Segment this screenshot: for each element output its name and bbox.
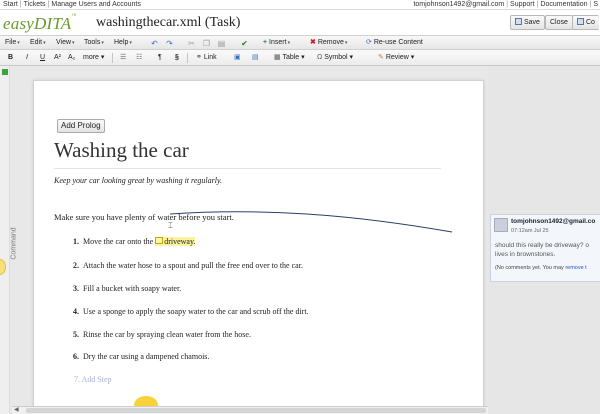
step-number: 6. xyxy=(73,352,79,361)
highlighted-text: driveway. xyxy=(155,237,196,246)
step-text[interactable]: Fill a bucket with soapy water. xyxy=(83,284,181,293)
reuse-content-button[interactable]: ⟳ Re-use Content xyxy=(366,36,423,50)
paragraph-button[interactable]: ¶ xyxy=(158,50,162,65)
italic-button[interactable]: I xyxy=(26,50,28,65)
top-nav-right: tomjohnson1492@gmail.com | Support | Documen… xyxy=(413,1,598,8)
comment-card[interactable]: tomjohnson1492@gmail.co 07:12am Jul 25 s… xyxy=(490,214,600,282)
document-title: washingthecar.xml (Task) xyxy=(96,15,241,30)
step-number: 2. xyxy=(73,261,79,270)
menu-file[interactable]: File▾ xyxy=(5,36,20,50)
title-divider xyxy=(54,168,441,169)
step-text[interactable]: Rinse the car by spraying clean water fr… xyxy=(83,330,251,339)
save-button[interactable]: Save xyxy=(510,15,545,30)
status-indicator xyxy=(2,69,8,75)
underline-button[interactable]: U xyxy=(40,50,45,65)
comment-footer: (No comments yet. You may remove t xyxy=(495,265,587,271)
toolbar-divider xyxy=(112,53,113,63)
add-prolog-button[interactable]: Add Prolog xyxy=(57,119,105,133)
step-number: 4. xyxy=(73,307,79,316)
step-number: 5. xyxy=(73,330,79,339)
top-nav-left: Start | Tickets | Manage Users and Accounts xyxy=(3,1,141,8)
step-text[interactable]: Dry the car using a dampened chamois. xyxy=(83,352,209,361)
step-text[interactable]: Move the car onto the driveway. xyxy=(83,237,196,246)
add-step-placeholder[interactable]: 7. Add Step xyxy=(74,375,112,384)
text-cursor-icon: ⌶ xyxy=(168,221,173,230)
scrollbar-thumb[interactable] xyxy=(26,408,486,413)
menu-insert[interactable]: + Insert▾ xyxy=(263,36,290,50)
cut-icon[interactable]: ✂ xyxy=(187,39,196,48)
menu-help[interactable]: Help▾ xyxy=(114,36,132,50)
short-description[interactable]: Keep your car looking great by washing i… xyxy=(54,176,222,185)
toolbar-divider xyxy=(187,53,188,63)
table-button[interactable]: ▦ Table ▾ xyxy=(274,50,305,65)
top-nav: Start | Tickets | Manage Users and Accounts … xyxy=(0,0,600,10)
left-gutter xyxy=(0,66,10,414)
subscript-button[interactable]: A₂ xyxy=(68,50,75,65)
annotation-line xyxy=(169,211,453,233)
nav-link-tickets[interactable]: Tickets xyxy=(24,1,46,8)
bold-button[interactable]: B xyxy=(8,50,13,65)
nav-link-start[interactable]: Start xyxy=(3,1,18,8)
comment-icon[interactable] xyxy=(155,237,164,244)
avatar xyxy=(494,218,508,232)
comment-timestamp: 07:12am Jul 25 xyxy=(511,228,549,234)
logo: easyDITA™ xyxy=(3,14,77,33)
nav-link-manage-users[interactable]: Manage Users and Accounts xyxy=(51,1,141,8)
command-tab[interactable]: Command xyxy=(11,222,26,272)
nav-link-support[interactable]: Support xyxy=(510,1,535,8)
topic-title[interactable]: Washing the car xyxy=(54,138,189,163)
review-button[interactable]: ✎ Review ▾ xyxy=(378,50,414,65)
document-icon[interactable]: ▤ xyxy=(252,50,259,65)
nav-link-documentation[interactable]: Documentation xyxy=(540,1,587,8)
menu-view[interactable]: View▾ xyxy=(56,36,75,50)
step-text[interactable]: Attach the water hose to a spout and pul… xyxy=(83,261,303,270)
step-number: 3. xyxy=(73,284,79,293)
menu-tools[interactable]: Tools▾ xyxy=(84,36,104,50)
step-text[interactable]: Use a sponge to apply the soapy water to… xyxy=(83,307,309,316)
save-icon xyxy=(515,18,522,25)
numbered-list-icon[interactable]: ☷ xyxy=(136,50,142,65)
symbol-button[interactable]: Ω Symbol ▾ xyxy=(317,50,353,65)
paste-icon[interactable]: ▤ xyxy=(217,39,226,48)
copy-icon[interactable]: ❐ xyxy=(202,39,211,48)
link-button[interactable]: ⚭ Link xyxy=(196,50,217,65)
scroll-left-icon[interactable]: ◀ xyxy=(14,406,19,413)
app-header: easyDITA™ washingthecar.xml (Task) Save … xyxy=(0,10,600,35)
more-button[interactable]: more ▾ xyxy=(83,50,104,65)
format-bar: B I U A² A₂ more ▾ ☰ ☷ ¶ § ⚭ Link ▣ ▤ ▦ … xyxy=(0,50,600,66)
image-icon[interactable]: ▣ xyxy=(234,50,241,65)
superscript-button[interactable]: A² xyxy=(54,50,61,65)
nav-user-email[interactable]: tomjohnson1492@gmail.com xyxy=(413,1,504,8)
remove-comment-link[interactable]: remove t xyxy=(565,265,586,271)
comment-body: should this really be driveway? o lives i… xyxy=(495,242,589,258)
nav-link-truncated[interactable]: S xyxy=(593,1,598,8)
close-button[interactable]: Close xyxy=(545,15,573,30)
co-button[interactable]: Co xyxy=(572,15,599,30)
comment-author: tomjohnson1492@gmail.co xyxy=(511,218,596,225)
menu-bar: File▾ Edit▾ View▾ Tools▾ Help▾ ↶ ↷ ✂ ❐ ▤… xyxy=(0,35,600,50)
redo-icon[interactable]: ↷ xyxy=(165,39,174,48)
horizontal-scrollbar[interactable]: ◀ ▶ xyxy=(12,406,498,414)
spellcheck-icon[interactable]: ✔ xyxy=(240,39,249,48)
menu-remove[interactable]: ✖ Remove▾ xyxy=(310,36,347,50)
undo-icon[interactable]: ↶ xyxy=(150,39,159,48)
section-button[interactable]: § xyxy=(175,50,179,65)
bullet-list-icon[interactable]: ☰ xyxy=(120,50,126,65)
document-icon xyxy=(577,18,584,25)
step-number: 1. xyxy=(73,237,79,246)
menu-edit[interactable]: Edit▾ xyxy=(30,36,46,50)
